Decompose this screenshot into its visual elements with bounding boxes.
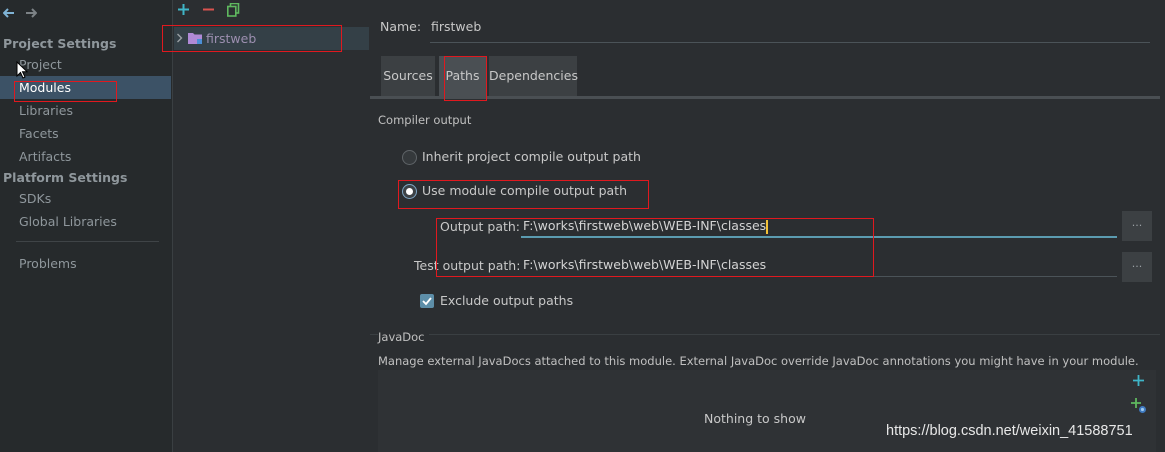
sidebar-item-global-libraries[interactable]: Global Libraries — [19, 214, 117, 229]
javadoc-separator — [370, 334, 1160, 335]
platform-settings-header: Platform Settings — [3, 170, 128, 185]
highlight-box-use-module — [398, 180, 649, 209]
sidebar-item-facets[interactable]: Facets — [19, 126, 59, 141]
highlight-box-module — [162, 25, 342, 52]
tab-dependencies[interactable]: Dependencies — [489, 56, 578, 96]
highlight-box-paths-tab — [444, 56, 487, 101]
javadoc-description: Manage external JavaDocs attached to thi… — [378, 354, 1139, 368]
exclude-output-paths-label[interactable]: Exclude output paths — [440, 293, 573, 308]
arrow-right-icon[interactable] — [25, 7, 37, 19]
module-name-underline — [430, 42, 1150, 43]
exclude-output-paths-checkbox[interactable] — [420, 294, 434, 308]
sidebar-item-artifacts[interactable]: Artifacts — [19, 149, 71, 164]
mouse-cursor-icon — [16, 61, 28, 79]
remove-icon[interactable] — [203, 4, 214, 15]
browse-test-output-path-button[interactable]: ... — [1121, 251, 1153, 283]
compiler-output-title: Compiler output — [378, 113, 472, 127]
add-icon[interactable] — [178, 4, 189, 15]
tab-sources[interactable]: Sources — [381, 56, 435, 96]
watermark-text: https://blog.csdn.net/weixin_41588751 — [886, 423, 1133, 439]
add-url-icon[interactable] — [1131, 398, 1147, 414]
javadoc-title: JavaDoc — [378, 330, 429, 344]
module-name-field[interactable]: firstweb — [431, 19, 481, 34]
arrow-left-icon[interactable] — [3, 7, 15, 19]
empty-list-text: Nothing to show — [704, 411, 806, 426]
project-settings-header: Project Settings — [3, 36, 117, 51]
tab-strip-border — [370, 96, 1160, 99]
module-tree-panel — [172, 0, 368, 452]
sidebar-item-sdks[interactable]: SDKs — [19, 191, 51, 206]
javadoc-list[interactable]: Nothing to show — [378, 370, 1156, 452]
add-icon[interactable] — [1133, 375, 1144, 386]
browse-output-path-button[interactable]: ... — [1121, 210, 1153, 242]
name-label: Name: — [380, 19, 422, 34]
highlight-box-modules — [14, 81, 117, 102]
sidebar-item-libraries[interactable]: Libraries — [19, 103, 73, 118]
copy-icon[interactable] — [227, 3, 240, 17]
sidebar-divider — [16, 241, 159, 242]
highlight-box-output-paths — [436, 218, 874, 277]
sidebar-item-problems[interactable]: Problems — [19, 256, 77, 271]
inherit-output-label[interactable]: Inherit project compile output path — [422, 149, 641, 164]
inherit-output-radio[interactable] — [402, 150, 417, 165]
